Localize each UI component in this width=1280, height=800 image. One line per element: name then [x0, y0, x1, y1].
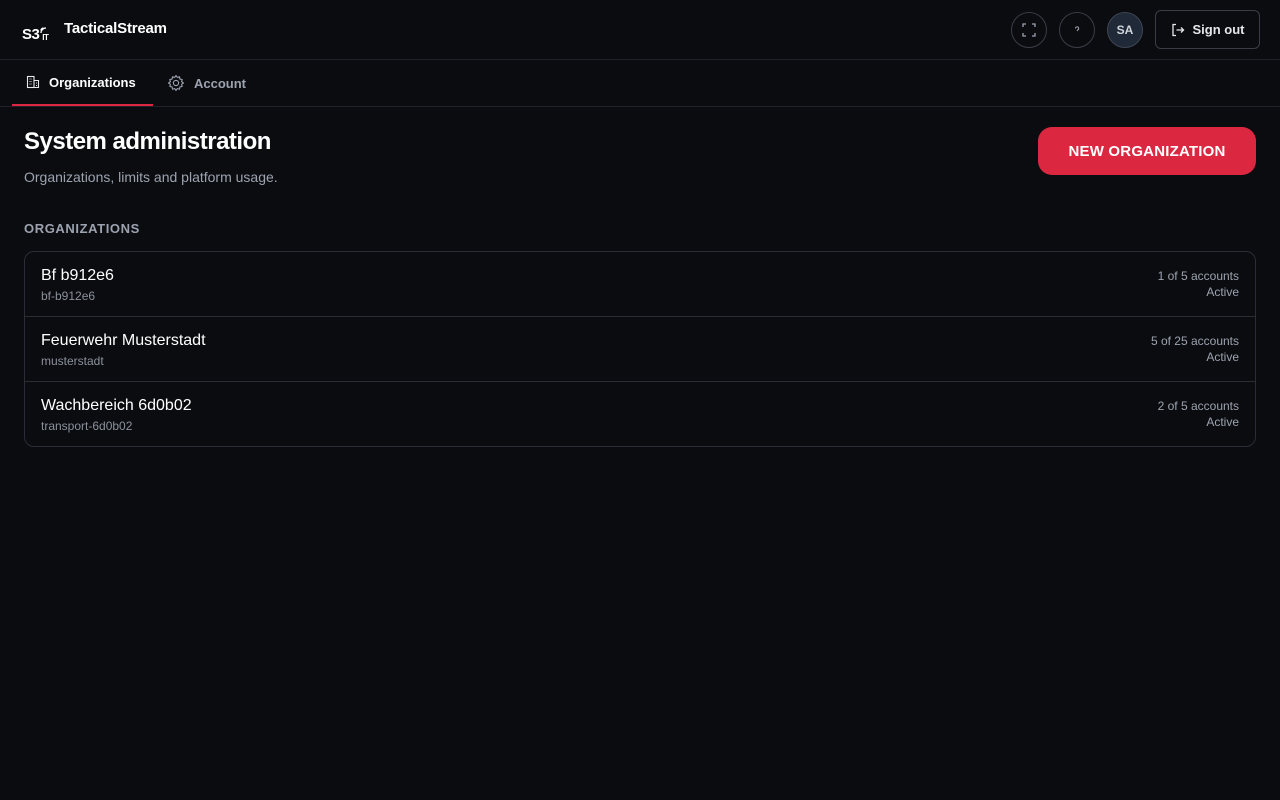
- organization-name: Feuerwehr Musterstadt: [41, 332, 206, 349]
- app-name: TacticalStream: [64, 20, 167, 37]
- app-logo: S3 IT: [22, 26, 49, 43]
- organization-row[interactable]: Feuerwehr Musterstadt musterstadt 5 of 2…: [25, 317, 1255, 382]
- tab-label: Account: [194, 75, 246, 91]
- organization-name: Wachbereich 6d0b02: [41, 397, 192, 414]
- page-title: System administration: [24, 128, 271, 155]
- organization-status: Active: [1206, 285, 1239, 299]
- help-button[interactable]: [1059, 12, 1095, 48]
- brand[interactable]: S3 IT TacticalStream: [22, 18, 167, 43]
- organization-list: Bf b912e6 bf-b912e6 1 of 5 accounts Acti…: [24, 251, 1256, 447]
- organization-name: Bf b912e6: [41, 267, 114, 284]
- organization-row[interactable]: Wachbereich 6d0b02 transport-6d0b02 2 of…: [25, 382, 1255, 446]
- tab-label: Organizations: [49, 74, 136, 90]
- sign-out-icon: [1171, 23, 1184, 36]
- fullscreen-button[interactable]: [1011, 12, 1047, 48]
- avatar-initials: SA: [1116, 23, 1134, 37]
- page-subtitle: Organizations, limits and platform usage…: [24, 169, 278, 185]
- organization-accounts: 5 of 25 accounts: [1150, 334, 1239, 348]
- sign-out-button[interactable]: Sign out: [1155, 10, 1260, 49]
- section-label: ORGANIZATIONS: [24, 221, 140, 236]
- organization-slug: musterstadt: [41, 354, 104, 368]
- building-icon: [26, 75, 40, 89]
- new-organization-button[interactable]: NEW ORGANIZATION: [1038, 127, 1256, 175]
- tab-organizations[interactable]: Organizations: [12, 60, 153, 106]
- fullscreen-icon: [1022, 23, 1036, 37]
- top-bar: S3 IT TacticalStream SA Sign out: [0, 0, 1280, 60]
- help-icon: [1074, 26, 1080, 32]
- organization-status: Active: [1206, 415, 1239, 429]
- tab-account[interactable]: Account: [153, 60, 260, 106]
- user-avatar[interactable]: SA: [1107, 12, 1143, 48]
- tab-bar: Organizations Account: [0, 60, 1280, 107]
- organization-status: Active: [1206, 350, 1239, 364]
- organization-slug: bf-b912e6: [41, 289, 96, 303]
- organization-accounts: 1 of 5 accounts: [1157, 269, 1239, 283]
- organization-slug: transport-6d0b02: [41, 419, 133, 433]
- organization-accounts: 2 of 5 accounts: [1157, 399, 1239, 413]
- organization-row[interactable]: Bf b912e6 bf-b912e6 1 of 5 accounts Acti…: [25, 252, 1255, 317]
- sign-out-label: Sign out: [1192, 22, 1245, 37]
- gear-icon: [167, 74, 185, 92]
